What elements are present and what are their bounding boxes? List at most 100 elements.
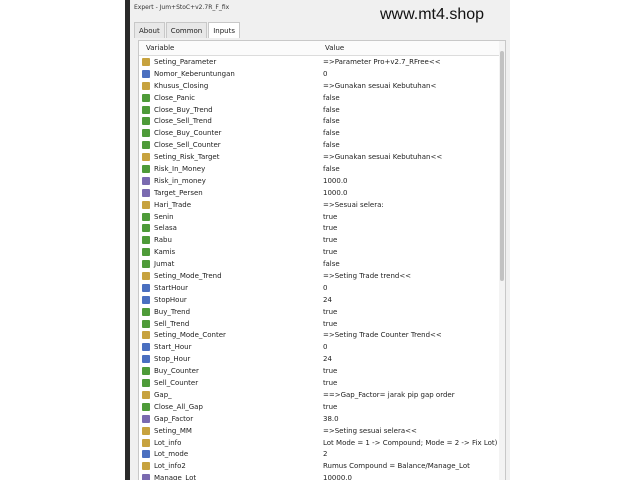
table-row[interactable]: Buy_Trend true — [139, 306, 505, 318]
table-row[interactable]: Close_Buy_Counter false — [139, 127, 505, 139]
table-row[interactable]: Jumat false — [139, 258, 505, 270]
table-row[interactable]: Nomor_Keberuntungan 0 — [139, 68, 505, 80]
variable-value[interactable]: true — [323, 401, 337, 413]
variable-value[interactable]: 0 — [323, 282, 327, 294]
table-row[interactable]: Stop_Hour 24 — [139, 353, 505, 365]
variable-value[interactable]: =>Seting sesuai selera<< — [323, 425, 417, 437]
table-row[interactable]: Risk_in_money 1000.0 — [139, 175, 505, 187]
table-row[interactable]: Rabu true — [139, 234, 505, 246]
table-row[interactable]: Seting_Risk_Target =>Gunakan sesuai Kebut… — [139, 151, 505, 163]
tab-about[interactable]: About — [134, 22, 165, 38]
vertical-scrollbar[interactable] — [499, 41, 505, 480]
variable-value[interactable]: true — [323, 234, 337, 246]
int-type-icon — [142, 343, 150, 352]
table-row[interactable]: Lot_info2 Rumus Compound = Balance/Manage… — [139, 460, 505, 472]
table-row[interactable]: Close_Sell_Counter false — [139, 139, 505, 151]
table-row[interactable]: Seting_Mode_Conter =>Seting Trade Counter… — [139, 329, 505, 341]
table-row[interactable]: Gap_Factor 38.0 — [139, 413, 505, 425]
table-row[interactable]: Sell_Trend true — [139, 318, 505, 330]
table-row[interactable]: Sell_Counter true — [139, 377, 505, 389]
table-row[interactable]: Close_Sell_Trend false — [139, 115, 505, 127]
variable-value[interactable]: 10000.0 — [323, 472, 352, 480]
variable-value[interactable]: =>Seting Trade Counter Trend<< — [323, 329, 442, 341]
table-row[interactable]: Seting_Parameter =>Parameter Pro+v2.7_RFr… — [139, 56, 505, 68]
variable-value[interactable]: 0 — [323, 341, 327, 353]
scrollbar-thumb[interactable] — [500, 51, 504, 281]
variable-value[interactable]: true — [323, 211, 337, 223]
variable-value[interactable]: false — [323, 92, 340, 104]
window-title: Expert - Jum+StoC+v2.7R_F_fix — [134, 4, 230, 11]
variable-value[interactable]: =>Parameter Pro+v2.7_RFree<< — [323, 56, 441, 68]
table-row[interactable]: Start_Hour 0 — [139, 341, 505, 353]
bool-type-icon — [142, 379, 150, 388]
variable-value[interactable]: =>Gunakan sesuai Kebutuhan< — [323, 80, 436, 92]
table-row[interactable]: Selasa true — [139, 222, 505, 234]
table-row[interactable]: Manage_Lot 10000.0 — [139, 472, 505, 480]
table-row[interactable]: Seting_MM =>Seting sesuai selera<< — [139, 425, 505, 437]
variable-value[interactable]: 1000.0 — [323, 175, 348, 187]
variable-value[interactable]: Rumus Compound = Balance/Manage_Lot — [323, 460, 470, 472]
variable-value[interactable]: false — [323, 163, 340, 175]
table-row[interactable]: Hari_Trade =>Sesuai selera: — [139, 199, 505, 211]
variable-name: Buy_Trend — [154, 307, 191, 316]
variable-value[interactable]: false — [323, 115, 340, 127]
variable-name: Lot_mode — [154, 450, 189, 459]
variable-value[interactable]: 24 — [323, 294, 332, 306]
tab-bar: About Common Inputs — [134, 22, 241, 38]
table-row[interactable]: Close_Panic false — [139, 92, 505, 104]
table-row[interactable]: Buy_Counter true — [139, 365, 505, 377]
variable-name: Seting_Mode_Trend — [154, 272, 222, 281]
variable-value[interactable]: =>Sesuai selera: — [323, 199, 384, 211]
int-type-icon — [142, 450, 150, 459]
variable-value[interactable]: true — [323, 222, 337, 234]
variable-value[interactable]: 1000.0 — [323, 187, 348, 199]
header-value[interactable]: Value — [325, 41, 344, 55]
variable-name: Hari_Trade — [154, 200, 192, 209]
dbl-type-icon — [142, 188, 150, 197]
table-row[interactable]: Kamis true — [139, 246, 505, 258]
table-row[interactable]: Close_All_Gap true — [139, 401, 505, 413]
variable-value[interactable]: true — [323, 377, 337, 389]
variable-value[interactable]: 24 — [323, 353, 332, 365]
bool-type-icon — [142, 402, 150, 411]
variable-name: Seting_Parameter — [154, 58, 217, 66]
table-row[interactable]: Lot_info Lot Mode = 1 -> Compound; Mode =… — [139, 437, 505, 449]
watermark-text: www.mt4.shop — [380, 6, 485, 23]
inputs-table: Variable Value Seting_Parameter =>Paramet… — [138, 40, 506, 480]
int-type-icon — [142, 295, 150, 304]
tab-common[interactable]: Common — [165, 22, 208, 38]
table-row[interactable]: Seting_Mode_Trend =>Seting Trade trend<< — [139, 270, 505, 282]
variable-value[interactable]: Lot Mode = 1 -> Compound; Mode = 2 -> Fi… — [323, 437, 497, 449]
tab-inputs[interactable]: Inputs — [208, 22, 241, 38]
variable-value[interactable]: ==>Gap_Factor= jarak pip gap order — [323, 389, 455, 401]
table-row[interactable]: Khusus_Closing =>Gunakan sesuai Kebutuhan… — [139, 80, 505, 92]
variable-value[interactable]: 38.0 — [323, 413, 339, 425]
variable-value[interactable]: false — [323, 139, 340, 151]
variable-value[interactable]: true — [323, 306, 337, 318]
table-row[interactable]: Gap_ ==>Gap_Factor= jarak pip gap order — [139, 389, 505, 401]
variable-name: Rabu — [154, 236, 172, 245]
variable-value[interactable]: false — [323, 104, 340, 116]
variable-value[interactable]: =>Gunakan sesuai Kebutuhan<< — [323, 151, 442, 163]
table-row[interactable]: StartHour 0 — [139, 282, 505, 294]
bool-type-icon — [142, 141, 150, 150]
variable-value[interactable]: =>Seting Trade trend<< — [323, 270, 411, 282]
variable-value[interactable]: true — [323, 365, 337, 377]
header-variable[interactable]: Variable — [146, 41, 174, 55]
variable-value[interactable]: true — [323, 246, 337, 258]
table-row[interactable]: StopHour 24 — [139, 294, 505, 306]
variable-value[interactable]: false — [323, 127, 340, 139]
variable-name: Close_Buy_Trend — [154, 105, 213, 114]
variable-value[interactable]: 2 — [323, 448, 327, 460]
variable-name: Lot_info — [154, 438, 182, 447]
variable-value[interactable]: 0 — [323, 68, 327, 80]
table-row[interactable]: Senin true — [139, 211, 505, 223]
variable-value[interactable]: true — [323, 318, 337, 330]
str-type-icon — [142, 272, 150, 281]
variable-value[interactable]: false — [323, 258, 340, 270]
table-row[interactable]: Risk_In_Money false — [139, 163, 505, 175]
table-row[interactable]: Close_Buy_Trend false — [139, 104, 505, 116]
table-row[interactable]: Target_Persen 1000.0 — [139, 187, 505, 199]
table-row[interactable]: Lot_mode 2 — [139, 448, 505, 460]
str-type-icon — [142, 462, 150, 471]
